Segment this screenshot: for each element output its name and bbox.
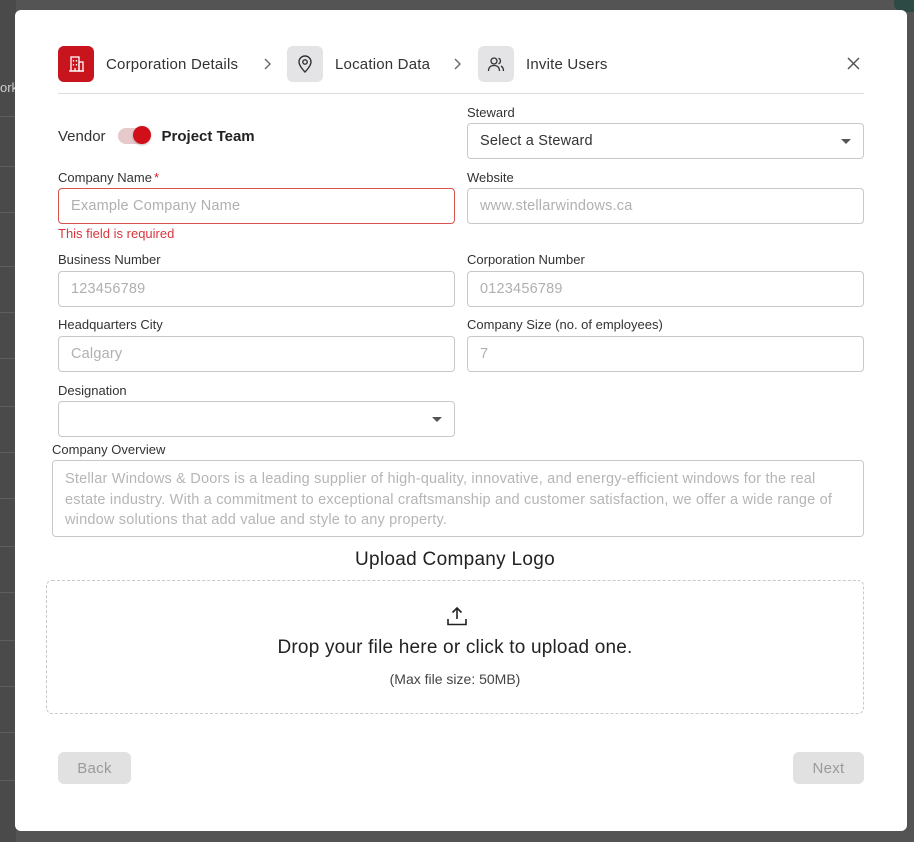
background-page: ork [0, 0, 16, 842]
dropzone-text: Drop your file here or click to upload o… [277, 637, 633, 658]
chevron-right-icon [454, 58, 461, 70]
designation-label: Designation [58, 383, 127, 398]
designation-select[interactable] [58, 401, 455, 437]
business-number-label: Business Number [58, 252, 161, 267]
corporation-modal: Corporation Details Location Data Invite… [15, 10, 907, 831]
caret-down-icon [432, 417, 442, 422]
switch-knob [132, 126, 151, 144]
website-label: Website [467, 170, 514, 185]
business-number-input[interactable] [58, 271, 455, 307]
background-text: ork [0, 80, 16, 95]
step-label: Corporation Details [106, 55, 239, 73]
next-button[interactable]: Next [793, 752, 864, 784]
website-input[interactable] [467, 188, 864, 224]
hq-city-label: Headquarters City [58, 317, 163, 332]
upload-icon [447, 606, 467, 626]
users-icon [478, 46, 514, 82]
corporation-number-label: Corporation Number [467, 252, 585, 267]
step-location-data[interactable]: Location Data [287, 46, 430, 82]
company-name-label: Company Name * [58, 170, 159, 185]
upload-logo-title: Upload Company Logo [354, 549, 556, 570]
company-overview-label: Company Overview [52, 442, 166, 457]
required-mark: * [153, 170, 159, 185]
building-icon [58, 46, 94, 82]
vendor-project-toggle: Vendor Project Team [58, 125, 255, 147]
corporation-number-input[interactable] [467, 271, 864, 307]
company-size-input[interactable] [467, 336, 864, 372]
hq-city-input[interactable] [58, 336, 455, 372]
back-button[interactable]: Back [58, 752, 131, 784]
logo-dropzone[interactable]: Drop your file here or click to upload o… [46, 580, 864, 714]
company-name-error: This field is required [58, 226, 175, 241]
max-file-size-text: (Max file size: 50MB) [389, 671, 521, 687]
caret-down-icon [841, 139, 851, 144]
close-icon[interactable] [844, 54, 864, 74]
step-invite-users[interactable]: Invite Users [478, 46, 608, 82]
project-team-option[interactable]: Project Team [162, 128, 255, 145]
company-name-input[interactable] [58, 188, 455, 224]
company-size-label: Company Size (no. of employees) [467, 317, 663, 332]
location-pin-icon [287, 46, 323, 82]
step-label: Invite Users [526, 55, 608, 73]
type-switch[interactable] [117, 126, 151, 144]
steward-select[interactable]: Select a Steward [467, 123, 864, 159]
step-corporation-details[interactable]: Corporation Details [58, 46, 238, 82]
company-overview-textarea[interactable] [52, 460, 864, 537]
vendor-option[interactable]: Vendor [58, 128, 106, 145]
step-label: Location Data [335, 55, 431, 73]
chevron-right-icon [264, 58, 271, 70]
stepper: Corporation Details Location Data Invite… [58, 46, 864, 94]
steward-label: Steward [467, 105, 515, 120]
steward-select-value: Select a Steward [480, 133, 593, 149]
